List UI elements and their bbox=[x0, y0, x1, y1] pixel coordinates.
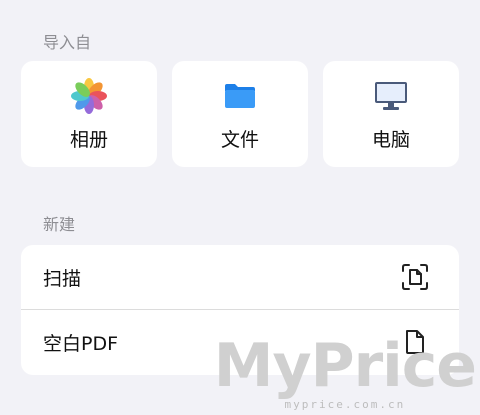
import-section-label: 导入自 bbox=[43, 33, 92, 52]
watermark-logo-text: MyPrice bbox=[213, 331, 477, 401]
computer-icon bbox=[373, 79, 409, 113]
photos-icon bbox=[71, 78, 107, 114]
import-files-label: 文件 bbox=[220, 129, 259, 151]
import-computer-label: 电脑 bbox=[371, 129, 410, 151]
import-photos-label: 相册 bbox=[69, 129, 108, 151]
scan-label: 扫描 bbox=[43, 267, 82, 290]
import-sheet: 导入自 相册 文件 电脑 新建 扫描 空白PDF MyPrice myprice… bbox=[0, 0, 480, 415]
blank-pdf-label: 空白PDF bbox=[43, 332, 119, 355]
import-photos-button[interactable]: 相册 bbox=[21, 61, 157, 167]
new-section-label: 新建 bbox=[43, 215, 76, 234]
import-files-button[interactable]: 文件 bbox=[172, 61, 308, 167]
scan-document-icon bbox=[401, 263, 429, 291]
watermark: MyPrice myprice.com.cn bbox=[213, 331, 477, 411]
scan-button[interactable]: 扫描 bbox=[21, 245, 459, 309]
import-computer-button[interactable]: 电脑 bbox=[323, 61, 459, 167]
folder-icon bbox=[222, 79, 258, 113]
import-options: 相册 文件 电脑 bbox=[21, 61, 459, 167]
